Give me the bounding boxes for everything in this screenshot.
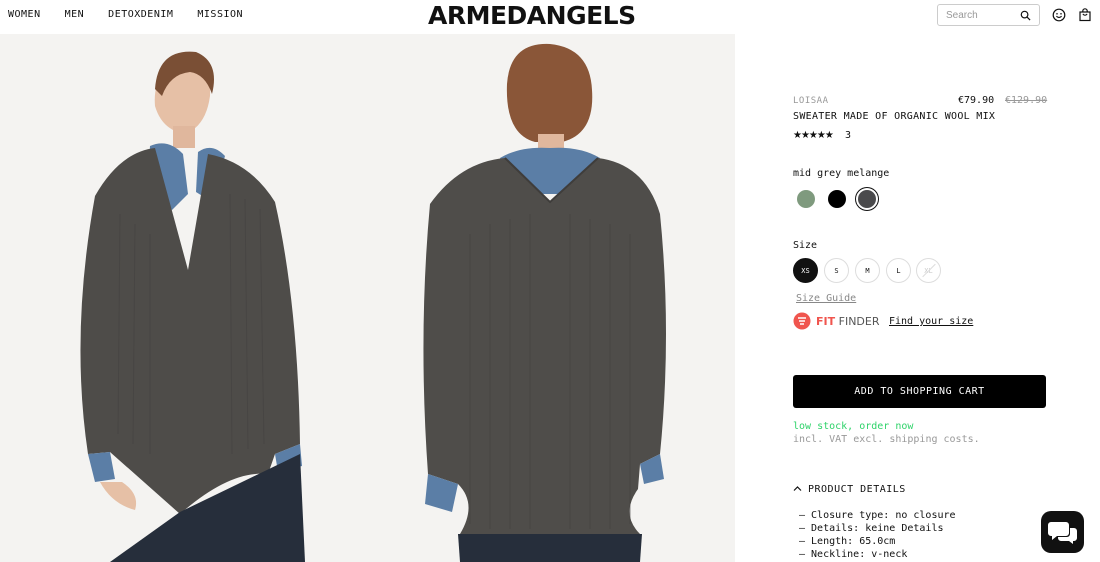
selected-color-name: mid grey melange — [793, 168, 890, 179]
search-icon[interactable] — [1020, 10, 1031, 21]
product-title: SWEATER MADE OF ORGANIC WOOL MIX — [793, 111, 996, 122]
add-to-cart-button[interactable]: ADD TO SHOPPING CART — [793, 375, 1046, 408]
review-count[interactable]: 3 — [845, 130, 851, 141]
search-box[interactable] — [937, 4, 1040, 26]
nav-women[interactable]: WOMEN — [8, 9, 41, 20]
detail-length: – Length: 65.0cm — [799, 536, 896, 547]
color-swatch-grey[interactable] — [858, 190, 876, 208]
detail-neckline: – Neckline: v-neck — [799, 549, 908, 560]
find-your-size-link[interactable]: Find your size — [889, 316, 973, 327]
size-option-m[interactable]: M — [855, 258, 880, 283]
original-price: €129.90 — [1005, 95, 1048, 106]
product-details-title: PRODUCT DETAILS — [808, 484, 906, 495]
size-option-xl[interactable]: XL — [916, 258, 941, 283]
rating-stars[interactable]: ★★★★★ — [793, 130, 834, 141]
product-details-toggle[interactable]: PRODUCT DETAILS — [793, 484, 906, 495]
product-model-name: LOISAA — [793, 96, 829, 106]
product-gallery[interactable] — [0, 34, 735, 562]
stock-status: low stock, order now — [793, 421, 914, 432]
current-price: €79.90 — [958, 95, 995, 106]
fit-finder-brand-bold: FIT — [816, 314, 836, 328]
fit-finder-brand-rest: FINDER — [838, 314, 880, 328]
size-option-s[interactable]: S — [824, 258, 849, 283]
fit-finder-logo: FIT FINDER — [793, 312, 880, 330]
size-option-xs[interactable]: XS — [793, 258, 818, 283]
detail-details: – Details: keine Details — [799, 523, 944, 534]
shopping-bag-icon[interactable] — [1078, 8, 1092, 22]
site-header: WOMEN MEN DETOXDENIM MISSION ARMEDANGELS — [0, 0, 1100, 34]
chevron-up-icon — [793, 486, 802, 491]
search-input[interactable] — [946, 8, 1018, 23]
detail-closure: – Closure type: no closure — [799, 510, 956, 521]
size-label: Size — [793, 240, 818, 251]
brand-logo[interactable]: ARMEDANGELS — [428, 1, 636, 30]
chat-bubbles-icon — [1048, 522, 1077, 544]
color-swatch-black[interactable] — [828, 190, 846, 208]
chat-button[interactable] — [1041, 511, 1084, 553]
size-option-l[interactable]: L — [886, 258, 911, 283]
smiley-account-icon[interactable] — [1052, 8, 1066, 22]
main-nav: WOMEN MEN DETOXDENIM MISSION — [8, 9, 267, 20]
fit-finder-icon — [793, 312, 811, 330]
nav-detoxdenim[interactable]: DETOXDENIM — [108, 9, 173, 20]
size-guide-link[interactable]: Size Guide — [796, 293, 856, 304]
color-swatch-green[interactable] — [797, 190, 815, 208]
product-details-list: – Closure type: no closure – Details: ke… — [799, 509, 956, 561]
nav-mission[interactable]: MISSION — [197, 9, 243, 20]
vat-note: incl. VAT excl. shipping costs. — [793, 434, 980, 445]
product-photos — [0, 34, 735, 562]
nav-men[interactable]: MEN — [65, 9, 85, 20]
